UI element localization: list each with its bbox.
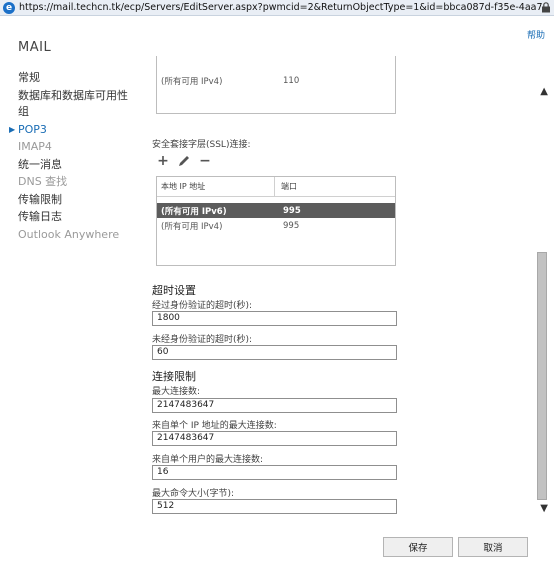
nav-item-dns-lookup[interactable]: DNS 查找 [18, 174, 138, 191]
port-cell: 110 [283, 75, 300, 86]
ssl-label: 安全套接字层(SSL)连接: [152, 140, 251, 150]
minus-icon[interactable]: − [198, 154, 212, 168]
connection-limits-heading: 连接限制 [152, 370, 196, 383]
auth-timeout-field[interactable]: 1800 [152, 311, 397, 326]
column-header-ip[interactable]: 本地 IP 地址 [157, 177, 275, 196]
nav-item-general[interactable]: 常规 [18, 70, 138, 87]
nav-item-imap4[interactable]: IMAP4 [18, 139, 138, 156]
table-row[interactable]: (所有可用 IPv4) 995 [157, 218, 395, 234]
max-connections-label: 最大连接数: [152, 387, 201, 397]
nav-item-databases-dag[interactable]: 数据库和数据库可用性组 [18, 88, 138, 121]
current-item-arrow-icon: ▶ [9, 124, 16, 134]
ip-cell: (所有可用 IPv4) [161, 222, 223, 232]
lock-icon [542, 2, 550, 13]
table-header: 本地 IP 地址 端口 [157, 177, 395, 197]
max-command-size-field[interactable]: 512 [152, 499, 397, 514]
address-bar[interactable]: e https://mail.techcn.tk/ecp/Servers/Edi… [0, 0, 554, 16]
port-cell: 995 [283, 205, 301, 216]
nav-item-transport-logs[interactable]: 传输日志 [18, 209, 138, 226]
address-url[interactable]: https://mail.techcn.tk/ecp/Servers/EditS… [19, 2, 545, 13]
bindings-list[interactable]: (所有可用 IPv4) 110 [156, 56, 396, 114]
scroll-down-icon[interactable]: ▼ [540, 503, 548, 514]
column-header-port[interactable]: 端口 [275, 181, 297, 192]
list-item[interactable]: (所有可用 IPv4) 110 [157, 72, 395, 89]
max-user-connections-label: 来自单个用户的最大连接数: [152, 455, 264, 465]
save-button[interactable]: 保存 [383, 537, 453, 557]
nav-item-pop3-label: POP3 [18, 122, 47, 136]
help-link[interactable]: 帮助 [527, 28, 545, 41]
max-ip-connections-field[interactable]: 2147483647 [152, 431, 397, 446]
ip-cell: (所有可用 IPv6) [161, 206, 227, 217]
browser-icon: e [3, 1, 15, 14]
timeout-heading: 超时设置 [152, 284, 196, 297]
cancel-button[interactable]: 取消 [458, 537, 528, 557]
scrollbar-thumb[interactable] [537, 252, 547, 500]
nav-item-transport-limits[interactable]: 传输限制 [18, 192, 138, 209]
ip-cell: (所有可用 IPv4) [161, 76, 223, 87]
page-title: MAIL [18, 40, 52, 55]
auth-timeout-label: 经过身份验证的超时(秒): [152, 301, 253, 311]
settings-panel: (所有可用 IPv4) 110 安全套接字层(SSL)连接: + − 本地 IP… [150, 56, 528, 534]
max-command-size-label: 最大命令大小(字节): [152, 489, 235, 499]
unauth-timeout-field[interactable]: 60 [152, 345, 397, 360]
pencil-icon[interactable] [177, 154, 191, 168]
nav-item-pop3[interactable]: ▶ POP3 [9, 122, 138, 139]
max-connections-field[interactable]: 2147483647 [152, 398, 397, 413]
plus-icon[interactable]: + [156, 154, 170, 168]
nav-item-unified-messaging[interactable]: 统一消息 [18, 157, 138, 174]
nav-item-outlook-anywhere[interactable]: Outlook Anywhere [18, 227, 138, 244]
max-ip-connections-label: 来自单个 IP 地址的最大连接数: [152, 421, 277, 431]
table-row[interactable]: (所有可用 IPv6) 995 [157, 203, 395, 218]
ssl-bindings-table: 本地 IP 地址 端口 (所有可用 IPv6) 995 (所有可用 IPv4) … [156, 176, 396, 266]
left-nav: 常规 数据库和数据库可用性组 ▶ POP3 IMAP4 统一消息 DNS 查找 … [9, 70, 138, 244]
ssl-toolbar: + − [156, 154, 212, 168]
port-cell: 995 [283, 221, 300, 231]
scroll-up-icon[interactable]: ▲ [540, 86, 548, 97]
unauth-timeout-label: 未经身份验证的超时(秒): [152, 335, 253, 345]
max-user-connections-field[interactable]: 16 [152, 465, 397, 480]
